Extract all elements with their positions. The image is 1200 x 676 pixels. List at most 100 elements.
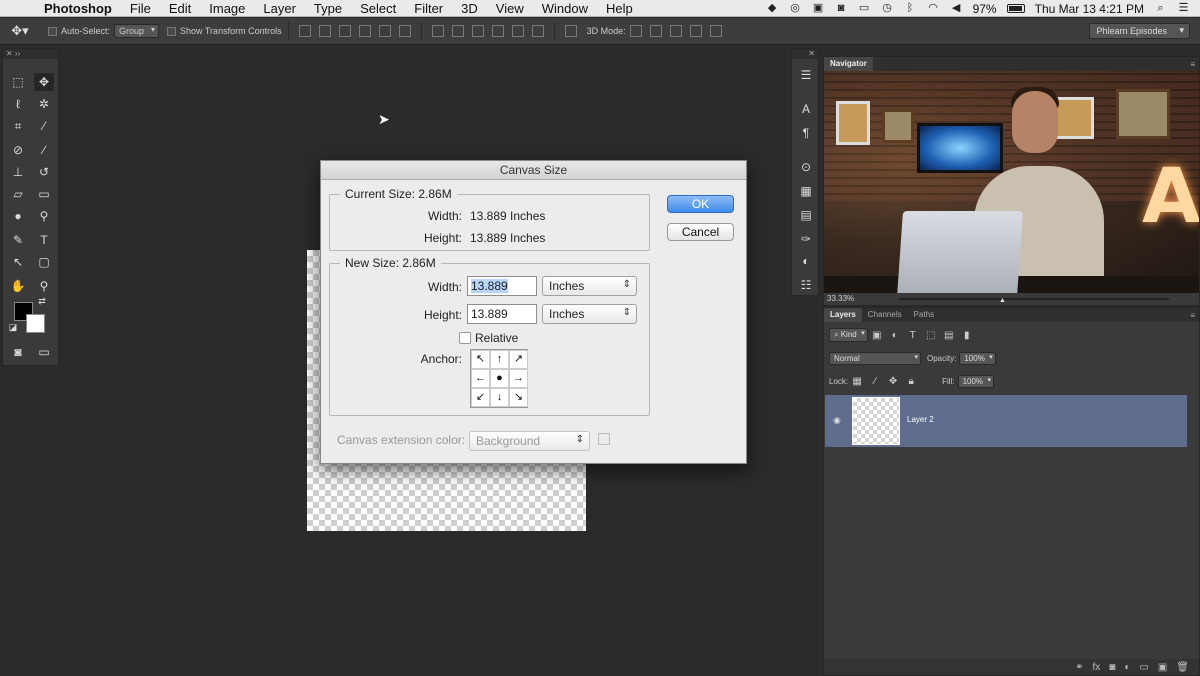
pen-tool-icon[interactable]: ✎ <box>8 231 28 249</box>
anchor-s-arrow-icon[interactable]: ↓ <box>490 388 509 407</box>
layer-name[interactable]: Layer 2 <box>907 415 934 424</box>
layer-style-fx-icon[interactable]: fx <box>1093 662 1101 673</box>
fill-field[interactable]: 100% <box>957 374 995 388</box>
menu-type[interactable]: Type <box>305 1 351 16</box>
menu-file[interactable]: File <box>121 1 160 16</box>
cancel-button[interactable]: Cancel <box>667 223 734 241</box>
new-group-icon[interactable]: ▭ <box>1139 662 1148 673</box>
anchor-se-arrow-icon[interactable]: ↘ <box>509 388 528 407</box>
gradient-tool-icon[interactable]: ▭ <box>34 185 54 203</box>
menu-layer[interactable]: Layer <box>254 1 305 16</box>
creative-cloud-icon[interactable]: ◎ <box>789 3 802 14</box>
default-colors-icon[interactable]: ◪ <box>7 321 19 333</box>
swap-colors-icon[interactable]: ⇄ <box>36 295 48 307</box>
menu-3d[interactable]: 3D <box>452 1 487 16</box>
filter-shape-icon[interactable]: ⬚ <box>925 330 937 341</box>
ok-button[interactable]: OK <box>667 195 734 213</box>
swatches-panel-icon[interactable]: ▦ <box>798 183 814 199</box>
screen-mode-icon[interactable]: ▭ <box>34 343 54 361</box>
anchor-n-arrow-icon[interactable]: ↑ <box>490 350 509 369</box>
background-color-swatch[interactable] <box>26 314 45 333</box>
opacity-field[interactable]: 100% <box>959 351 996 365</box>
3d-orbit-icon[interactable] <box>629 25 642 37</box>
info-panel-icon[interactable]: ⊙ <box>798 159 814 175</box>
type-tool-icon[interactable]: T <box>34 231 54 249</box>
auto-select-dropdown[interactable]: Group <box>114 24 160 38</box>
battery-icon[interactable] <box>1006 4 1025 13</box>
auto-select-checkbox[interactable] <box>48 26 57 36</box>
history-brush-tool-icon[interactable]: ↺ <box>34 163 54 181</box>
lock-transparent-icon[interactable]: ▦ <box>851 376 863 387</box>
filter-pixel-icon[interactable]: ▣ <box>871 330 883 341</box>
notification-center-icon[interactable]: ☰ <box>1177 3 1190 14</box>
rectangle-tool-icon[interactable]: ▢ <box>34 253 54 271</box>
styles-panel-icon[interactable]: ▤ <box>798 207 814 223</box>
width-unit-select[interactable]: Inches <box>542 276 637 296</box>
spotlight-search-icon[interactable]: ⌕ <box>1154 3 1167 14</box>
distribute-hcenter-icon[interactable] <box>511 25 524 37</box>
tab-layers[interactable]: Layers <box>824 308 862 322</box>
link-layers-icon[interactable]: ⚭ <box>1075 662 1083 673</box>
anchor-center-dot-icon[interactable]: ● <box>490 369 509 388</box>
filter-adjustment-icon[interactable]: ◐ <box>889 330 901 341</box>
filter-toggle-icon[interactable]: ▮ <box>961 330 973 341</box>
distribute-right-icon[interactable] <box>531 25 544 37</box>
anchor-w-arrow-icon[interactable]: ← <box>471 369 490 388</box>
relative-checkbox[interactable] <box>459 332 471 344</box>
paragraph-panel-icon[interactable]: ¶ <box>798 125 814 141</box>
layer-visibility-eye-icon[interactable]: ◉ <box>833 415 841 426</box>
menu-view[interactable]: View <box>487 1 533 16</box>
quick-mask-icon[interactable]: ◙ <box>8 343 28 361</box>
navigator-menu-icon[interactable]: ≡ <box>1190 60 1195 69</box>
eyedropper-tool-icon[interactable]: ⁄ <box>34 117 54 135</box>
wifi-icon[interactable]: ◠ <box>927 3 940 14</box>
layers-menu-icon[interactable]: ≡ <box>1190 311 1195 320</box>
3d-pan-icon[interactable] <box>669 25 682 37</box>
align-left-icon[interactable] <box>358 25 371 37</box>
align-top-icon[interactable] <box>298 25 311 37</box>
crop-tool-icon[interactable]: ⌗ <box>8 117 28 135</box>
camera-icon[interactable]: ◙ <box>835 3 848 14</box>
lock-position-icon[interactable]: ✥ <box>887 376 899 387</box>
evernote-icon[interactable]: ◆ <box>766 3 779 14</box>
canvas-extension-swatch[interactable] <box>598 433 610 445</box>
filter-smart-object-icon[interactable]: ▤ <box>943 330 955 341</box>
height-field[interactable]: 13.889 <box>467 304 537 324</box>
menu-clock[interactable]: Thu Mar 13 4:21 PM <box>1035 2 1144 16</box>
add-mask-icon[interactable]: ◙ <box>1109 662 1115 673</box>
new-adjustment-icon[interactable]: ◐ <box>1124 662 1130 673</box>
blend-mode-dropdown[interactable]: Normal <box>829 351 921 365</box>
filter-type-icon[interactable]: T <box>907 330 919 341</box>
blur-tool-icon[interactable]: ● <box>8 207 28 225</box>
menu-window[interactable]: Window <box>533 1 597 16</box>
new-layer-icon[interactable]: ▣ <box>1158 662 1167 673</box>
menu-help[interactable]: Help <box>597 1 642 16</box>
zoom-tool-icon[interactable]: ⚲ <box>34 277 54 295</box>
path-selection-tool-icon[interactable]: ↖ <box>8 253 28 271</box>
workspace-dropdown[interactable]: Phlearn Episodes <box>1089 23 1190 39</box>
airplay-icon[interactable]: ▭ <box>858 3 871 14</box>
adjustments-panel-icon[interactable]: ◐ <box>798 253 814 269</box>
brush-tool-icon[interactable]: ∕ <box>34 141 54 159</box>
width-field[interactable]: 13.889 <box>467 276 537 296</box>
navigator-preview-image[interactable]: A <box>824 71 1199 293</box>
3d-roll-icon[interactable] <box>649 25 662 37</box>
distribute-left-icon[interactable] <box>491 25 504 37</box>
brushes-panel-icon[interactable]: ✑ <box>798 231 814 247</box>
height-unit-select[interactable]: Inches <box>542 304 637 324</box>
align-hcenter-icon[interactable] <box>378 25 391 37</box>
lock-pixels-icon[interactable]: ∕ <box>869 376 881 387</box>
anchor-ne-arrow-icon[interactable]: ↗ <box>509 350 528 369</box>
anchor-nw-arrow-icon[interactable]: ↖ <box>471 350 490 369</box>
move-tool-preset-icon[interactable]: ✥▾ <box>0 23 40 39</box>
properties-panel-icon[interactable]: ☷ <box>798 277 814 293</box>
history-panel-icon[interactable]: ☰ <box>798 67 814 83</box>
3d-slide-icon[interactable] <box>689 25 702 37</box>
collapsed-panels-close-icon[interactable]: ✕ <box>792 49 818 59</box>
menu-edit[interactable]: Edit <box>160 1 200 16</box>
kind-filter-dropdown[interactable]: ⌕ Kind <box>829 328 868 342</box>
tab-channels[interactable]: Channels <box>862 308 908 322</box>
dodge-tool-icon[interactable]: ⚲ <box>34 207 54 225</box>
time-machine-icon[interactable]: ◷ <box>881 3 894 14</box>
layer-row[interactable]: ◉ Layer 2 <box>825 395 1187 447</box>
